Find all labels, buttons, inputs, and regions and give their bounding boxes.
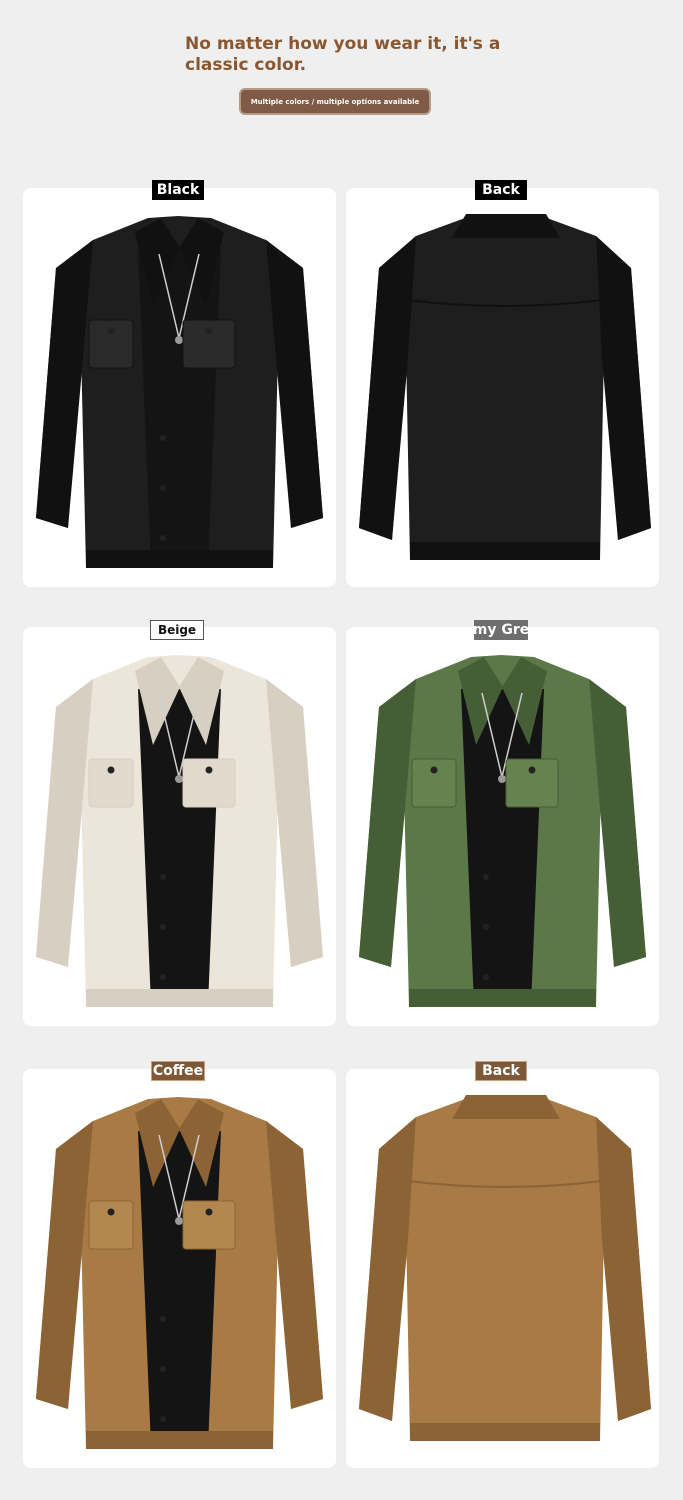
view-label-back: Back (475, 180, 527, 200)
jacket-front-image (359, 655, 646, 1007)
jacket-front-image (36, 216, 323, 568)
product-card-coffee-front[interactable] (23, 1069, 336, 1468)
color-label-coffee: Coffee (151, 1061, 205, 1081)
product-card-black-back[interactable] (346, 188, 659, 587)
view-label-back: Back (475, 1061, 527, 1081)
jacket-front-image (36, 1097, 323, 1449)
color-label-green: my Gre (474, 620, 528, 640)
jacket-front-image (36, 655, 323, 1007)
product-card-black-front[interactable] (23, 188, 336, 587)
options-badge: Multiple colors / multiple options avail… (239, 88, 431, 115)
product-card-green-front[interactable] (346, 627, 659, 1026)
color-label-black: Black (152, 180, 204, 200)
jacket-back-image (359, 214, 651, 560)
headline: No matter how you wear it, it's a classi… (185, 34, 501, 75)
jacket-back-image (359, 1095, 651, 1441)
color-label-beige: Beige (150, 620, 204, 640)
product-card-beige-front[interactable] (23, 627, 336, 1026)
product-card-coffee-back[interactable] (346, 1069, 659, 1468)
